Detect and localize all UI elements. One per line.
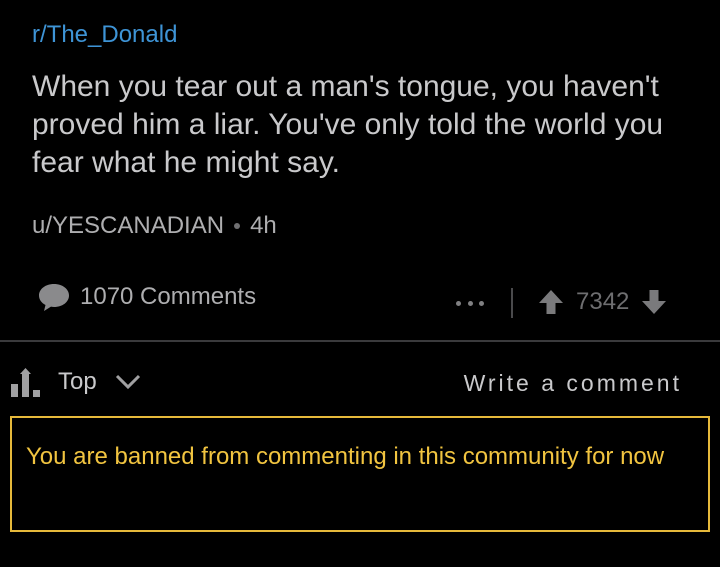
post-title: When you tear out a man's tongue, you ha… [32,70,664,179]
subreddit-link[interactable]: r/The_Donald [32,20,177,50]
chevron-down-icon [115,372,143,392]
downvote-arrow-icon[interactable] [641,288,667,316]
ban-notice-text: You are banned from commenting in this c… [26,443,665,470]
post-screen: r/The_Donald When you tear out a man's t… [0,0,720,567]
sort-bars-icon [10,366,42,398]
more-dots-icon[interactable] [456,298,484,308]
separator-dot [234,223,241,229]
ban-notice: You are banned from commenting in this c… [10,416,710,532]
post-meta: u/YESCANADIAN 4h [32,210,277,242]
more-dot [479,300,484,306]
more-dot [467,300,473,306]
post-age: 4h [250,212,277,239]
vote-controls: 7342 [538,286,667,318]
author-link[interactable]: u/YESCANADIAN [32,210,224,242]
comments-count: 1070 Comments [80,283,257,310]
vote-score: 7342 [576,288,630,315]
sort-label: Top [58,368,97,395]
sort-selector[interactable]: Top [10,366,143,398]
section-divider [0,340,720,342]
upvote-arrow-icon[interactable] [538,288,564,316]
write-comment-button[interactable]: Write a comment [464,367,682,399]
more-dot [456,300,461,306]
comment-bubble-icon [38,281,70,313]
vertical-divider [511,288,513,318]
comments-button[interactable]: 1070 Comments [38,281,256,313]
